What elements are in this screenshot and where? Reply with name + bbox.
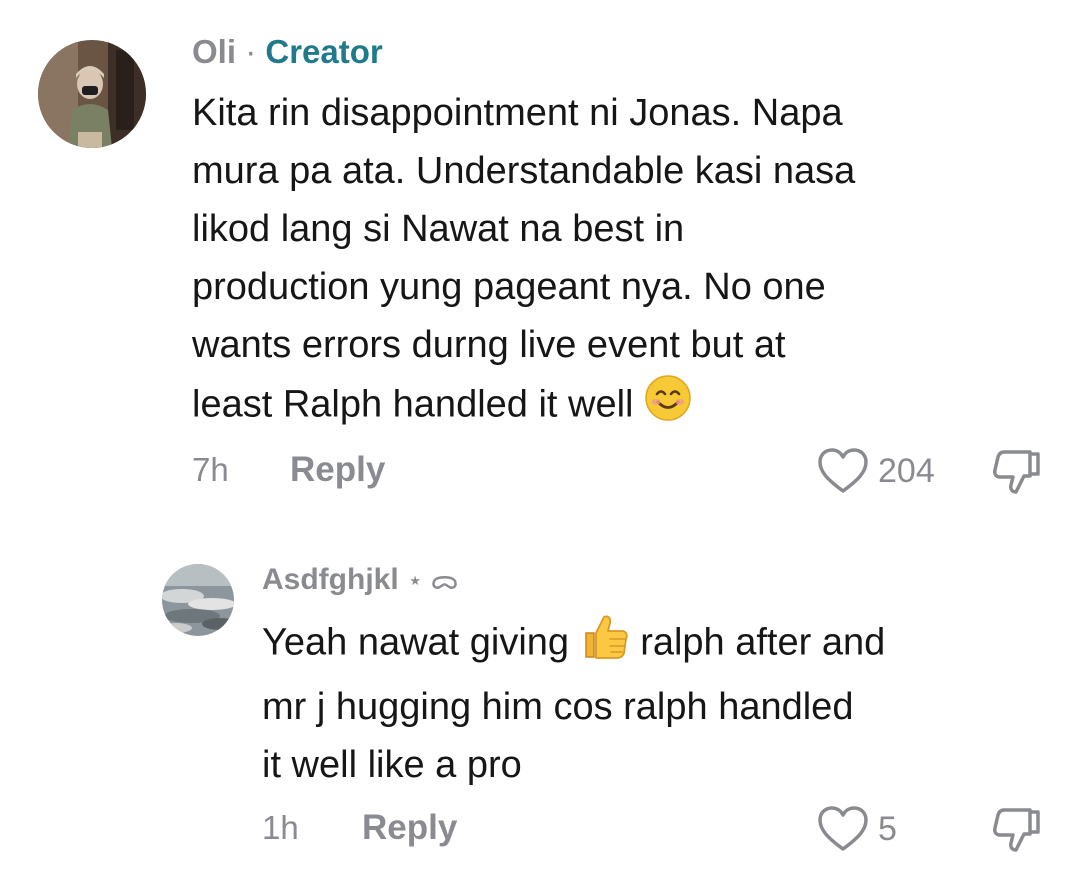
thumbs-down-icon[interactable] [990, 446, 1044, 500]
comment-line: mr j hugging him cos ralph handled [262, 686, 854, 728]
comment-line: likod lang si Nawat na best in [192, 208, 685, 250]
like-count: 5 [878, 809, 897, 848]
comment-line-last: least Ralph handled it well [192, 374, 855, 439]
like-count: 204 [878, 451, 935, 490]
creator-badge: Creator [265, 33, 383, 70]
like-button[interactable]: 5 [816, 804, 897, 854]
comment-line: mura pa ata. Understandable kasi nasa [192, 150, 856, 192]
author-name[interactable]: Asdfghjkl [262, 563, 399, 596]
avatar-oli[interactable] [38, 40, 146, 148]
heart-outline-icon [816, 804, 870, 854]
comment-line: production yung pageant nya. No one [192, 266, 826, 308]
comment-time: 7h [192, 451, 229, 488]
thumbs-up-emoji [580, 611, 630, 678]
comment-line-first: Yeah nawat giving ralph after and [262, 611, 885, 678]
header-separator: · [245, 33, 257, 70]
smiling-face-emoji [644, 374, 692, 439]
comment-body: Yeah nawat giving ralph after and mr j h… [262, 611, 885, 794]
comment-oli: Oli · Creator Kita rin disappointment ni… [0, 0, 1078, 510]
comment-asdfghjkl: Asdfghjkl ⋆ ᯅ Yeah nawat giving ralph af… [0, 540, 1078, 878]
like-button[interactable]: 204 [816, 446, 935, 496]
reply-button[interactable]: Reply [290, 450, 385, 490]
comment-time: 1h [262, 809, 299, 846]
comment-header: Oli · Creator [192, 32, 383, 72]
comment-line-text: least Ralph handled it well [192, 383, 634, 426]
comment-header: Asdfghjkl ⋆ ᯅ [262, 560, 459, 600]
comment-line-text: ralph after and [640, 621, 886, 664]
avatar-asdfghjkl[interactable] [162, 564, 234, 636]
author-suffix: ⋆ ᯅ [407, 565, 459, 595]
comment-body: Kita rin disappointment ni Jonas. Napa m… [192, 84, 855, 439]
heart-outline-icon [816, 446, 870, 496]
comment-line-text: Yeah nawat giving [262, 621, 570, 664]
author-name[interactable]: Oli [192, 33, 236, 70]
thumbs-down-icon[interactable] [990, 804, 1044, 858]
comment-line: wants errors durng live event but at [192, 324, 786, 366]
comment-line: Kita rin disappointment ni Jonas. Napa [192, 92, 843, 134]
reply-button[interactable]: Reply [362, 808, 457, 848]
comment-line: it well like a pro [262, 744, 522, 786]
